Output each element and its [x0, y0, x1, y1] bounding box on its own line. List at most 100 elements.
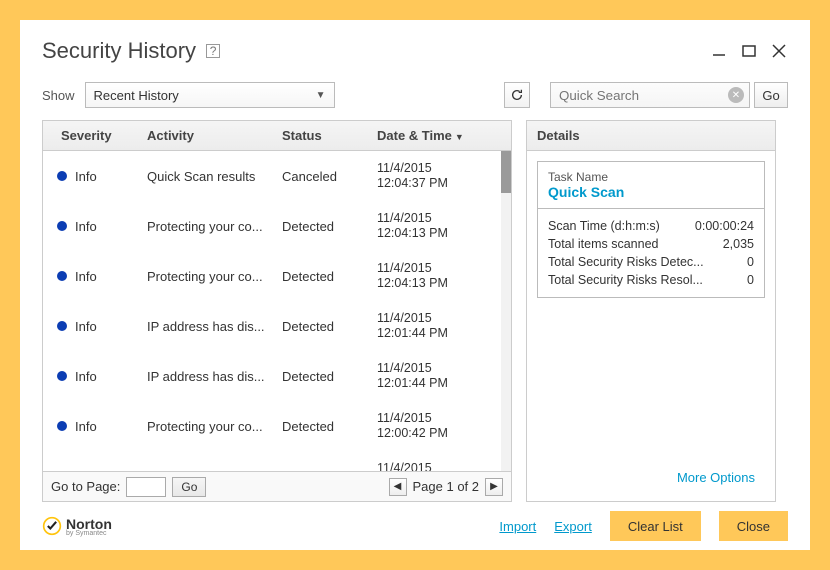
severity-value: Info — [75, 469, 97, 472]
datetime-value: 11/4/201512:04:13 PM — [373, 255, 473, 297]
table-row[interactable]: Info Protecting your co...Detected11/4/20… — [43, 251, 511, 301]
search-input[interactable] — [550, 82, 750, 108]
status-value: Detected — [278, 263, 373, 290]
stat-label: Scan Time (d:h:m:s) — [548, 219, 660, 233]
refresh-button[interactable] — [504, 82, 530, 108]
severity-dot-icon — [57, 371, 67, 381]
table-row[interactable]: Info Quick Scan resultsCanceled11/4/20151… — [43, 151, 511, 201]
status-value: Canceled — [278, 163, 373, 190]
activity-value: IP address has dis... — [143, 313, 278, 340]
datetime-value: 11/4/201512:00:41 PM — [373, 455, 473, 471]
show-label: Show — [42, 88, 75, 103]
datetime-value: 11/4/201512:01:44 PM — [373, 355, 473, 397]
scrollbar-track[interactable] — [501, 151, 511, 471]
details-panel: Details Task Name Quick Scan Scan Time (… — [526, 120, 776, 502]
titlebar: Security History ? — [20, 20, 810, 74]
help-icon[interactable]: ? — [206, 44, 220, 58]
stat-label: Total Security Risks Resol... — [548, 273, 703, 287]
chevron-down-icon: ▼ — [316, 90, 326, 101]
next-page-button[interactable]: ▶ — [485, 478, 503, 496]
goto-page-label: Go to Page: — [51, 479, 120, 494]
goto-page-input[interactable] — [126, 477, 166, 497]
severity-value: Info — [75, 169, 97, 184]
table-row[interactable]: Info Protecting your co...Detected11/4/20… — [43, 201, 511, 251]
datetime-value: 11/4/201512:04:37 PM — [373, 155, 473, 197]
task-name-label: Task Name — [548, 170, 754, 184]
stat-row: Total Security Risks Resol... 0 — [548, 271, 754, 289]
clear-search-icon[interactable]: ✕ — [728, 87, 744, 103]
severity-value: Info — [75, 369, 97, 384]
status-value: Detected — [278, 463, 373, 472]
severity-dot-icon — [57, 171, 67, 181]
severity-dot-icon — [57, 421, 67, 431]
stat-value: 2,035 — [723, 237, 754, 251]
activity-value: Quick Scan results — [143, 163, 278, 190]
sort-desc-icon: ▼ — [455, 132, 464, 142]
table-row[interactable]: Info Protecting your co...Detected11/4/20… — [43, 401, 511, 451]
stat-value: 0:00:00:24 — [695, 219, 754, 233]
show-dropdown[interactable]: Recent History ▼ — [85, 82, 335, 108]
prev-page-button[interactable]: ◀ — [389, 478, 407, 496]
status-value: Detected — [278, 213, 373, 240]
datetime-value: 11/4/201512:04:13 PM — [373, 205, 473, 247]
page-title: Security History — [42, 38, 196, 64]
stat-row: Total items scanned 2,035 — [548, 235, 754, 253]
stat-value: 0 — [747, 255, 754, 269]
table-row[interactable]: Info IP address has dis...Detected11/4/20… — [43, 301, 511, 351]
severity-value: Info — [75, 219, 97, 234]
minimize-button[interactable] — [710, 42, 728, 60]
severity-dot-icon — [57, 271, 67, 281]
details-box: Task Name Quick Scan Scan Time (d:h:m:s)… — [537, 161, 765, 298]
stat-label: Total Security Risks Detec... — [548, 255, 704, 269]
goto-page-button[interactable]: Go — [172, 477, 206, 497]
dropdown-value: Recent History — [94, 88, 179, 103]
severity-value: Info — [75, 269, 97, 284]
history-table-panel: Severity Activity Status Date & Time▼ In… — [42, 120, 512, 502]
footer: Norton by Symantec Import Export Clear L… — [20, 502, 810, 550]
severity-value: Info — [75, 319, 97, 334]
norton-logo: Norton by Symantec — [42, 516, 112, 537]
severity-value: Info — [75, 419, 97, 434]
maximize-button[interactable] — [740, 42, 758, 60]
search-go-button[interactable]: Go — [754, 82, 788, 108]
details-header: Details — [527, 121, 775, 151]
severity-dot-icon — [57, 221, 67, 231]
clear-list-button[interactable]: Clear List — [610, 511, 701, 541]
stat-label: Total items scanned — [548, 237, 658, 251]
col-status[interactable]: Status — [278, 122, 373, 149]
pager: Go to Page: Go ◀ Page 1 of 2 ▶ — [43, 471, 511, 501]
table-header: Severity Activity Status Date & Time▼ — [43, 121, 511, 151]
activity-value: Protecting your co... — [143, 413, 278, 440]
close-button[interactable] — [770, 42, 788, 60]
toolbar: Show Recent History ▼ ✕ Go — [20, 74, 810, 116]
activity-value: Protecting your co... — [143, 463, 278, 472]
brand-sub: by Symantec — [66, 530, 112, 537]
close-dialog-button[interactable]: Close — [719, 511, 788, 541]
activity-value: IP address has dis... — [143, 363, 278, 390]
status-value: Detected — [278, 363, 373, 390]
status-value: Detected — [278, 313, 373, 340]
import-link[interactable]: Import — [499, 519, 536, 534]
table-row[interactable]: Info Protecting your co...Detected11/4/20… — [43, 451, 511, 471]
col-activity[interactable]: Activity — [143, 122, 278, 149]
col-severity[interactable]: Severity — [43, 122, 143, 149]
activity-value: Protecting your co... — [143, 263, 278, 290]
table-row[interactable]: Info IP address has dis...Detected11/4/20… — [43, 351, 511, 401]
datetime-value: 11/4/201512:00:42 PM — [373, 405, 473, 447]
page-indicator: Page 1 of 2 — [413, 479, 480, 494]
col-datetime[interactable]: Date & Time▼ — [373, 122, 473, 149]
task-name-value: Quick Scan — [548, 184, 754, 200]
severity-dot-icon — [57, 321, 67, 331]
stat-value: 0 — [747, 273, 754, 287]
scrollbar-thumb[interactable] — [501, 151, 511, 193]
datetime-value: 11/4/201512:01:44 PM — [373, 305, 473, 347]
security-history-window: Security History ? Show Recent History ▼… — [20, 20, 810, 550]
stat-row: Scan Time (d:h:m:s) 0:00:00:24 — [548, 217, 754, 235]
export-link[interactable]: Export — [554, 519, 592, 534]
activity-value: Protecting your co... — [143, 213, 278, 240]
table-body: InfoQuick Scan resultsCanceled11/4/20151… — [43, 151, 511, 471]
more-options-link[interactable]: More Options — [537, 464, 765, 491]
norton-check-icon — [42, 516, 62, 536]
stat-row: Total Security Risks Detec... 0 — [548, 253, 754, 271]
status-value: Detected — [278, 413, 373, 440]
